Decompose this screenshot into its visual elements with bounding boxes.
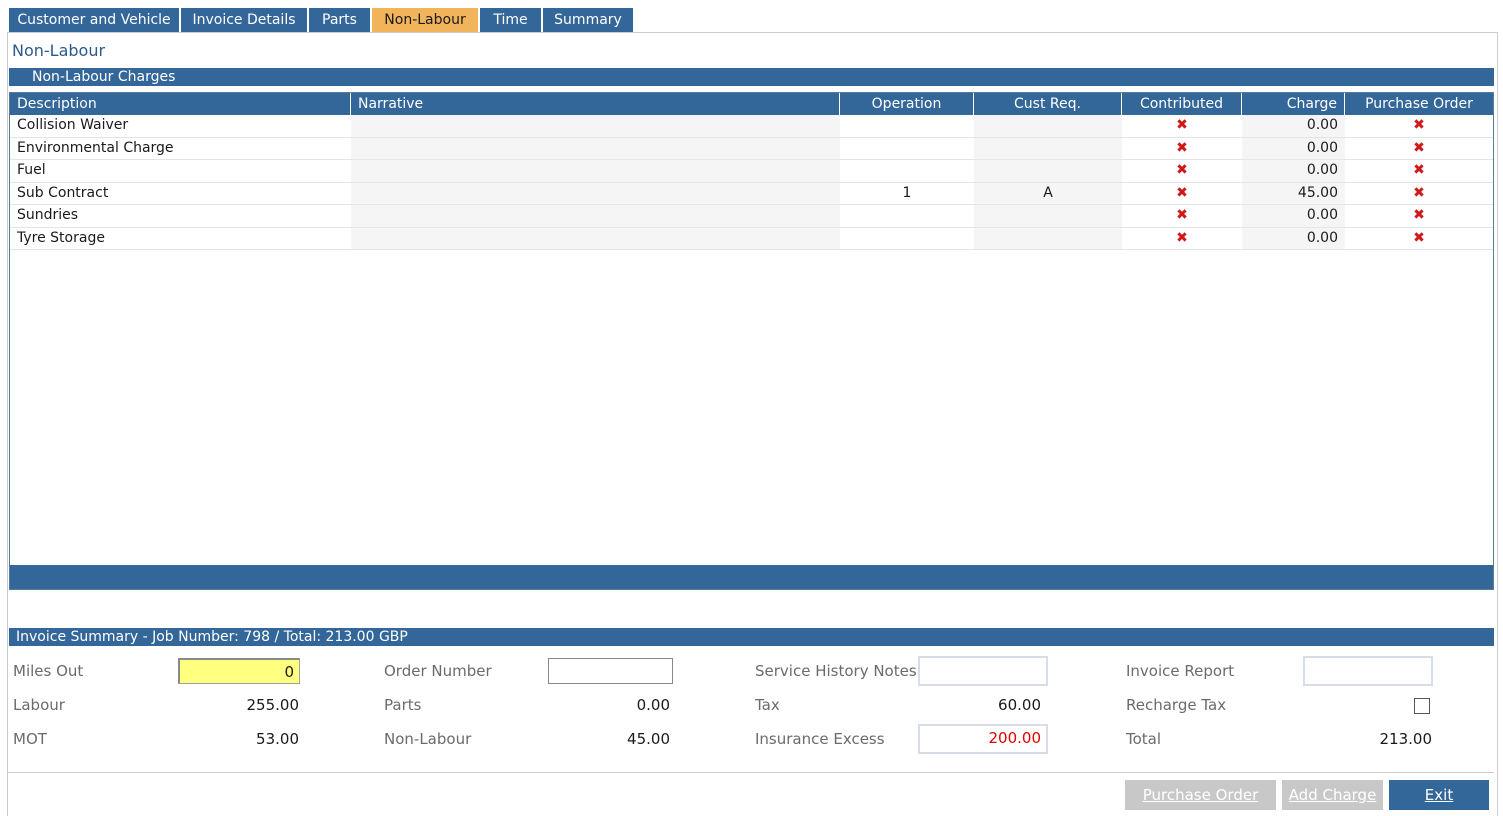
tax-value: 60.00 [998,696,1041,714]
cell-operation[interactable] [840,205,974,227]
cell-narrative[interactable] [351,160,840,182]
tab-parts[interactable]: Parts [309,8,372,33]
contributed-cross-icon[interactable]: ✖ [1122,228,1242,250]
cell-operation[interactable] [840,138,974,160]
non-labour-label: Non-Labour [384,730,472,748]
tab-invoice-details[interactable]: Invoice Details [181,8,309,33]
labour-label: Labour [13,696,65,714]
insurance-excess-label: Insurance Excess [755,730,885,748]
purchase-order-cross-icon[interactable]: ✖ [1345,138,1493,160]
table-row[interactable]: Collision Waiver ✖ 0.00 ✖ [10,115,1493,138]
cell-description: Sub Contract [17,184,109,201]
tab-bar: Customer and Vehicle Invoice Details Par… [9,8,635,33]
cell-charge: 0.00 [1242,137,1345,159]
cell-narrative[interactable] [351,115,840,137]
purchase-order-button[interactable]: Purchase Order [1125,780,1276,810]
tab-time[interactable]: Time [480,8,543,33]
table-row[interactable]: Environmental Charge ✖ 0.00 ✖ [10,137,1493,160]
contributed-cross-icon[interactable]: ✖ [1122,205,1242,227]
column-header-cust-req[interactable]: Cust Req. [974,93,1122,115]
cell-description: Collision Waiver [17,117,129,133]
cell-charge: 0.00 [1242,227,1345,249]
purchase-order-cross-icon[interactable]: ✖ [1345,228,1493,250]
cell-narrative[interactable] [351,182,840,204]
table-row[interactable]: Sub Contract 1 A ✖ 45.00 ✖ [10,182,1493,205]
non-labour-value: 45.00 [627,730,670,748]
cell-narrative[interactable] [351,227,840,249]
cell-cust-req[interactable] [974,227,1122,249]
recharge-tax-checkbox[interactable] [1414,698,1430,714]
invoice-report-input[interactable] [1303,656,1433,686]
recharge-tax-label: Recharge Tax [1126,696,1227,714]
purchase-order-cross-icon[interactable]: ✖ [1345,183,1493,205]
non-labour-charges-grid: Description Narrative Operation Cust Req… [9,92,1494,590]
column-header-contributed[interactable]: Contributed [1122,93,1242,115]
purchase-order-cross-icon[interactable]: ✖ [1345,115,1493,137]
exit-button[interactable]: Exit [1389,780,1489,810]
contributed-cross-icon[interactable]: ✖ [1122,183,1242,205]
total-value: 213.00 [1379,730,1433,748]
column-header-purchase-order[interactable]: Purchase Order [1345,93,1493,115]
parts-value: 0.00 [636,696,670,714]
cell-charge: 0.00 [1242,115,1345,137]
cell-cust-req[interactable]: A [974,182,1122,204]
contributed-cross-icon[interactable]: ✖ [1122,115,1242,137]
page-title: Non-Labour [12,41,106,60]
cell-description: Environmental Charge [17,139,174,156]
cell-operation[interactable] [840,115,974,137]
footer-divider [7,772,1494,773]
miles-out-input[interactable]: 0 [178,658,300,684]
purchase-order-cross-icon[interactable]: ✖ [1345,160,1493,182]
cell-cust-req[interactable] [974,115,1122,137]
service-history-notes-label: Service History Notes [755,662,917,680]
column-header-charge[interactable]: Charge [1242,93,1345,115]
contributed-cross-icon[interactable]: ✖ [1122,160,1242,182]
charges-section-header: Non-Labour Charges [9,68,1494,86]
invoice-report-label: Invoice Report [1126,662,1235,680]
cell-description: Sundries [17,207,79,223]
cell-narrative[interactable] [351,205,840,227]
cell-narrative[interactable] [351,137,840,159]
column-header-narrative[interactable]: Narrative [351,93,840,115]
cell-charge: 0.00 [1242,160,1345,182]
column-header-description[interactable]: Description [10,93,351,115]
table-row[interactable]: Sundries ✖ 0.00 ✖ [10,205,1493,228]
tab-non-labour[interactable]: Non-Labour [372,8,480,33]
cell-charge: 0.00 [1242,205,1345,227]
tax-label: Tax [755,696,780,714]
cell-operation[interactable] [840,160,974,182]
cell-description: Fuel [17,162,46,178]
cell-operation[interactable] [840,228,974,250]
purchase-order-cross-icon[interactable]: ✖ [1345,205,1493,227]
parts-label: Parts [384,696,422,714]
tab-customer-and-vehicle[interactable]: Customer and Vehicle [9,8,181,33]
contributed-cross-icon[interactable]: ✖ [1122,138,1242,160]
insurance-excess-input[interactable]: 200.00 [918,724,1048,754]
total-label: Total [1126,730,1162,748]
mot-value: 53.00 [256,730,299,748]
table-row[interactable]: Fuel ✖ 0.00 ✖ [10,160,1493,183]
miles-out-label: Miles Out [13,662,84,680]
cell-cust-req[interactable] [974,160,1122,182]
cell-cust-req[interactable] [974,205,1122,227]
add-charge-button[interactable]: Add Charge [1282,780,1383,810]
cell-cust-req[interactable] [974,137,1122,159]
service-history-notes-input[interactable] [918,656,1048,686]
cell-description: Tyre Storage [17,229,105,246]
grid-footer-bar [10,565,1493,589]
labour-value: 255.00 [246,696,300,714]
invoice-summary-header: Invoice Summary - Job Number: 798 / Tota… [9,628,1494,646]
column-header-operation[interactable]: Operation [840,93,974,115]
cell-operation[interactable]: 1 [840,183,974,205]
table-row[interactable]: Tyre Storage ✖ 0.00 ✖ [10,227,1493,250]
grid-header-row: Description Narrative Operation Cust Req… [10,93,1493,115]
mot-label: MOT [13,730,47,748]
order-number-input[interactable] [548,658,673,684]
cell-charge: 45.00 [1242,182,1345,204]
order-number-label: Order Number [384,662,492,680]
tab-summary[interactable]: Summary [543,8,635,33]
